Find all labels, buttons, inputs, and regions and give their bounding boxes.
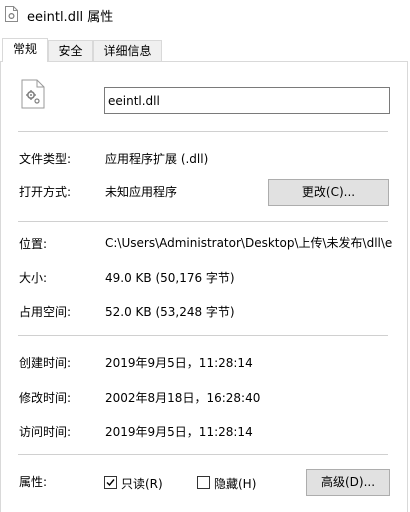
divider: [18, 454, 388, 455]
disk-size-label: 占用空间:: [19, 305, 72, 319]
open-with-label: 打开方式:: [19, 185, 72, 199]
tab-general[interactable]: 常规: [2, 38, 48, 62]
accessed-label: 访问时间:: [19, 425, 72, 439]
disk-size-value: 52.0 KB (53,248 字节): [105, 305, 235, 319]
created-label: 创建时间:: [19, 356, 72, 370]
readonly-label[interactable]: 只读(R): [121, 475, 163, 492]
checkmark-icon: [106, 479, 115, 487]
advanced-button[interactable]: 高级(D)...: [306, 469, 390, 496]
tab-strip: 常规 安全 详细信息: [0, 38, 410, 62]
general-panel: [0, 61, 408, 512]
hidden-checkbox[interactable]: [197, 476, 210, 489]
modified-value: 2002年8月18日，16:28:40: [105, 391, 261, 405]
accessed-value: 2019年9月5日，11:28:14: [105, 425, 253, 439]
attributes-label: 属性:: [19, 475, 48, 489]
title-bar: eeintl.dll 属性: [0, 0, 410, 30]
file-name-input[interactable]: [104, 87, 390, 114]
divider: [18, 221, 388, 222]
hidden-label[interactable]: 隐藏(H): [214, 475, 256, 492]
divider: [18, 131, 388, 132]
created-value: 2019年9月5日，11:28:14: [105, 356, 253, 370]
window-title: eeintl.dll 属性: [27, 10, 114, 25]
tab-details[interactable]: 详细信息: [93, 40, 162, 61]
open-with-value: 未知应用程序: [105, 185, 178, 199]
dll-file-icon: [5, 6, 18, 22]
file-type-label: 文件类型:: [19, 152, 72, 166]
file-type-value: 应用程序扩展 (.dll): [105, 152, 209, 166]
tab-security[interactable]: 安全: [48, 40, 93, 61]
modified-label: 修改时间:: [19, 391, 72, 405]
size-label: 大小:: [19, 271, 48, 285]
divider: [18, 335, 388, 336]
location-label: 位置:: [19, 237, 48, 251]
size-value: 49.0 KB (50,176 字节): [105, 271, 235, 285]
dll-gear-file-icon: [21, 79, 45, 109]
change-button[interactable]: 更改(C)...: [268, 179, 389, 206]
readonly-checkbox[interactable]: [104, 476, 117, 489]
location-value: C:\Users\Administrator\Desktop\上传\未发布\dl…: [105, 236, 393, 250]
